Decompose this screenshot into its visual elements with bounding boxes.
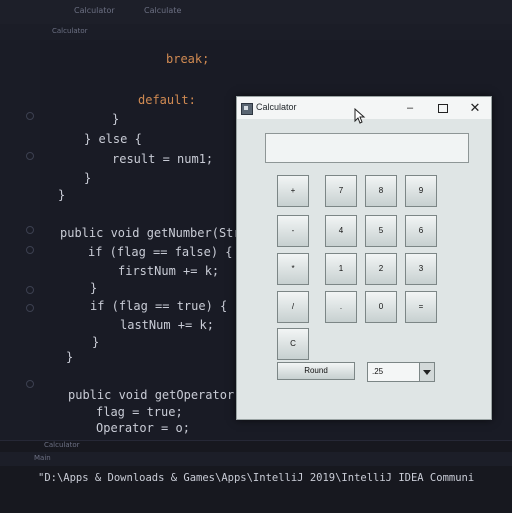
- code-line: }: [66, 350, 74, 364]
- code-line: flag = true;: [96, 405, 183, 419]
- console-output: "D:\Apps & Downloads & Games\Apps\Intell…: [38, 472, 475, 484]
- key-button[interactable]: -: [277, 215, 309, 247]
- chevron-down-icon[interactable]: [419, 363, 434, 381]
- code-line: if (flag == false) {: [88, 245, 233, 259]
- key-button[interactable]: +: [277, 175, 309, 207]
- code-line: break;: [166, 52, 210, 66]
- key-button[interactable]: /: [277, 291, 309, 323]
- maximize-icon: [438, 103, 448, 113]
- code-line: public void getOperator(St: [68, 388, 256, 402]
- code-line: }: [112, 112, 120, 126]
- round-places-value: .25: [372, 367, 384, 376]
- code-line: default:: [138, 93, 196, 107]
- round-places-select[interactable]: .25: [367, 362, 435, 382]
- round-button[interactable]: Round: [277, 362, 355, 380]
- bottom-tab-calculator[interactable]: Calculator: [44, 441, 80, 449]
- key-button[interactable]: 1: [325, 253, 357, 285]
- key-button[interactable]: 9: [405, 175, 437, 207]
- key-button[interactable]: *: [277, 253, 309, 285]
- code-line: Operator = o;: [96, 421, 190, 435]
- run-tab-bar: Main: [0, 452, 512, 466]
- key-button[interactable]: 8: [365, 175, 397, 207]
- window-title: Calculator: [256, 102, 297, 112]
- key-button[interactable]: 3: [405, 253, 437, 285]
- key-button[interactable]: 6: [405, 215, 437, 247]
- code-line: }: [92, 335, 100, 349]
- code-line: public void getNumber(Stri: [60, 226, 248, 240]
- key-button[interactable]: C: [277, 328, 309, 360]
- maximize-button[interactable]: [430, 99, 456, 117]
- code-line: lastNum += k;: [120, 318, 214, 332]
- minimize-button[interactable]: –: [397, 99, 423, 117]
- calculator-window: Calculator – ✕ +7 8 9 -4 5 6 * 1 2 3 /. 0 = C Round .…: [236, 96, 492, 420]
- code-line: }: [84, 171, 92, 185]
- key-button[interactable]: 7: [325, 175, 357, 207]
- key-button[interactable]: 5: [365, 215, 397, 247]
- code-line: }: [58, 188, 66, 202]
- code-line: result = num1;: [112, 152, 214, 166]
- key-button[interactable]: =: [405, 291, 437, 323]
- code-line: }: [90, 281, 98, 295]
- run-tab-main[interactable]: Main: [34, 454, 51, 462]
- code-line: firstNum += k;: [118, 264, 220, 278]
- close-button[interactable]: ✕: [462, 99, 488, 117]
- code-line: } else {: [84, 132, 142, 146]
- key-button[interactable]: 4: [325, 215, 357, 247]
- app-icon: [241, 103, 253, 115]
- key-button[interactable]: .: [325, 291, 357, 323]
- key-button[interactable]: 0: [365, 291, 397, 323]
- mouse-cursor-icon: [354, 108, 366, 124]
- display-field[interactable]: [265, 133, 469, 163]
- code-line: if (flag == true) {: [90, 299, 228, 313]
- key-button[interactable]: 2: [365, 253, 397, 285]
